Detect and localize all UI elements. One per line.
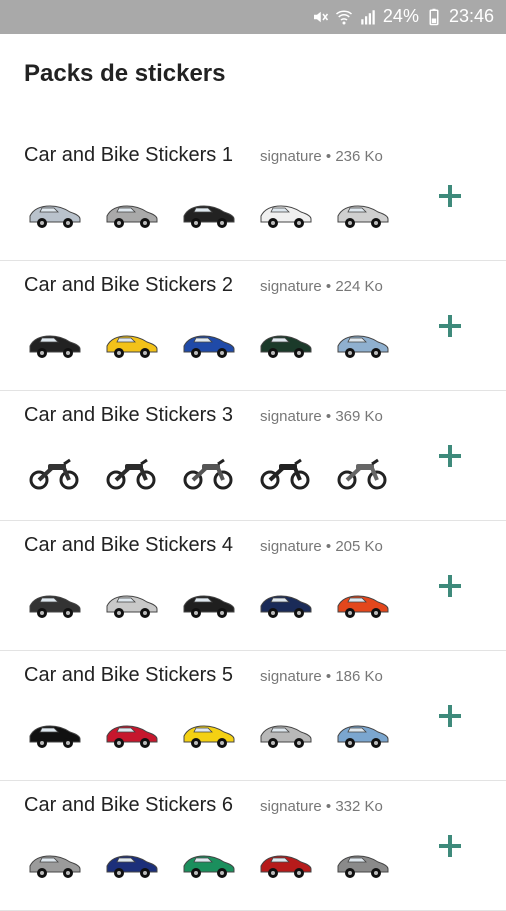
plus-icon xyxy=(439,185,461,207)
wifi-icon xyxy=(335,9,352,24)
mute-icon xyxy=(313,11,329,22)
pack-author: signature xyxy=(260,278,322,295)
motorbike-sticker-icon xyxy=(255,448,315,492)
car-sticker-icon xyxy=(255,188,315,232)
sticker-pack-item[interactable]: Car and Bike Stickers 1 signature • 236 K… xyxy=(0,130,506,261)
add-pack-button[interactable] xyxy=(436,702,464,730)
plus-icon xyxy=(439,705,461,727)
add-pack-button[interactable] xyxy=(436,572,464,600)
sticker-pack-item[interactable]: Car and Bike Stickers 3 signature • 369 K… xyxy=(0,390,506,521)
pack-name: Car and Bike Stickers 4 xyxy=(24,534,233,556)
pack-author: signature xyxy=(260,148,322,165)
pack-size: 369 Ko xyxy=(335,408,383,425)
car-sticker-icon xyxy=(332,318,392,362)
car-sticker-icon xyxy=(255,318,315,362)
add-pack-button[interactable] xyxy=(436,832,464,860)
pack-author: signature xyxy=(260,668,322,685)
sticker-pack-item[interactable]: Car and Bike Stickers 4 signature • 205 K… xyxy=(0,520,506,651)
page-title: Packs de stickers xyxy=(24,60,226,87)
status-bar: 24% 23:46 xyxy=(0,0,506,34)
pack-name: Car and Bike Stickers 2 xyxy=(24,274,233,296)
pack-meta: signature • 224 Ko xyxy=(260,278,383,295)
sticker-pack-item[interactable]: Car and Bike Stickers 5 signature • 186 K… xyxy=(0,650,506,781)
car-sticker-icon xyxy=(24,318,84,362)
battery-percent: 24% xyxy=(382,6,419,26)
car-sticker-icon xyxy=(255,838,315,882)
pack-size: 205 Ko xyxy=(335,538,383,555)
pack-size: 236 Ko xyxy=(335,148,383,165)
add-pack-button[interactable] xyxy=(436,182,464,210)
add-pack-button[interactable] xyxy=(436,312,464,340)
sticker-thumbnails xyxy=(24,708,392,752)
car-sticker-icon xyxy=(178,318,238,362)
plus-icon xyxy=(439,835,461,857)
car-sticker-icon xyxy=(255,708,315,752)
motorbike-sticker-icon xyxy=(332,448,392,492)
car-sticker-icon xyxy=(24,708,84,752)
status-icons: 24% 23:46 xyxy=(311,6,494,27)
pack-name: Car and Bike Stickers 3 xyxy=(24,404,233,426)
pack-name: Car and Bike Stickers 6 xyxy=(24,794,233,816)
add-pack-button[interactable] xyxy=(436,442,464,470)
clock: 23:46 xyxy=(448,6,494,26)
car-sticker-icon xyxy=(332,578,392,622)
car-sticker-icon xyxy=(101,708,161,752)
car-sticker-icon xyxy=(178,838,238,882)
car-sticker-icon xyxy=(332,188,392,232)
car-sticker-icon xyxy=(24,578,84,622)
pack-meta: signature • 369 Ko xyxy=(260,408,383,425)
car-sticker-icon xyxy=(332,838,392,882)
car-sticker-icon xyxy=(24,188,84,232)
pack-author: signature xyxy=(260,408,322,425)
sticker-thumbnails xyxy=(24,188,392,232)
pack-name: Car and Bike Stickers 1 xyxy=(24,144,233,166)
pack-meta: signature • 236 Ko xyxy=(260,148,383,165)
pack-size: 186 Ko xyxy=(335,668,383,685)
car-sticker-icon xyxy=(101,838,161,882)
sticker-thumbnails xyxy=(24,448,392,492)
car-sticker-icon xyxy=(332,708,392,752)
sticker-thumbnails xyxy=(24,318,392,362)
motorbike-sticker-icon xyxy=(178,448,238,492)
motorbike-sticker-icon xyxy=(24,448,84,492)
pack-meta: signature • 186 Ko xyxy=(260,668,383,685)
car-sticker-icon xyxy=(178,578,238,622)
plus-icon xyxy=(439,445,461,467)
car-sticker-icon xyxy=(101,188,161,232)
car-sticker-icon xyxy=(255,578,315,622)
plus-icon xyxy=(439,315,461,337)
sticker-pack-item[interactable]: Car and Bike Stickers 6 signature • 332 K… xyxy=(0,780,506,911)
pack-size: 224 Ko xyxy=(335,278,383,295)
pack-meta: signature • 205 Ko xyxy=(260,538,383,555)
plus-icon xyxy=(439,575,461,597)
car-sticker-icon xyxy=(178,188,238,232)
sticker-pack-item[interactable]: Car and Bike Stickers 2 signature • 224 K… xyxy=(0,260,506,391)
car-sticker-icon xyxy=(178,708,238,752)
pack-author: signature xyxy=(260,538,322,555)
sticker-thumbnails xyxy=(24,838,392,882)
pack-meta: signature • 332 Ko xyxy=(260,798,383,815)
pack-name: Car and Bike Stickers 5 xyxy=(24,664,233,686)
sticker-thumbnails xyxy=(24,578,392,622)
car-sticker-icon xyxy=(101,318,161,362)
battery-icon xyxy=(429,8,439,25)
pack-size: 332 Ko xyxy=(335,798,383,815)
pack-author: signature xyxy=(260,798,322,815)
signal-icon xyxy=(361,9,375,24)
motorbike-sticker-icon xyxy=(101,448,161,492)
car-sticker-icon xyxy=(101,578,161,622)
car-sticker-icon xyxy=(24,838,84,882)
